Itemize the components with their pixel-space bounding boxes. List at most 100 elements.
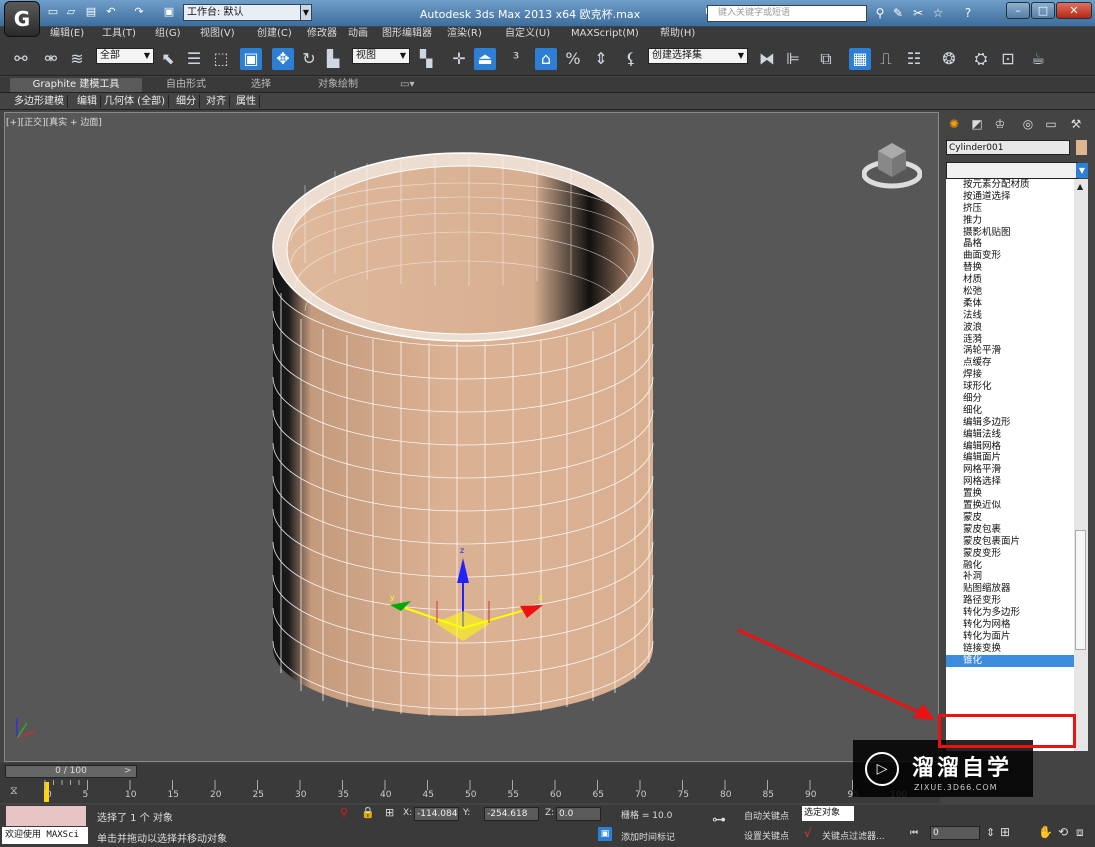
modifier-list-item[interactable]: 摄影机贴图 [946, 227, 1074, 239]
zoom-extents-icon[interactable]: ⊞ [1000, 825, 1010, 839]
modify-tab-icon[interactable]: ◩ [969, 116, 985, 132]
modifier-list-item[interactable]: 焊接 [946, 369, 1074, 381]
layer-manager-icon[interactable]: ⧉ [815, 48, 837, 70]
render-setup-icon[interactable]: ⛭ [970, 48, 992, 70]
material-editor-icon[interactable]: ❂ [938, 48, 960, 70]
modifier-list-item[interactable]: 网格平滑 [946, 464, 1074, 476]
time-slider[interactable]: 0 / 100 [5, 765, 137, 778]
named-selection-dropdown[interactable]: 创建选择集 ▼ [648, 48, 748, 64]
modifier-list-item[interactable]: 细化 [946, 405, 1074, 417]
modifier-list-item[interactable]: 松弛 [946, 286, 1074, 298]
object-color-swatch[interactable] [1076, 140, 1087, 155]
tab-freeform[interactable]: 自由形式 [160, 78, 212, 92]
ribbon-options-icon[interactable]: ▭▾ [394, 78, 420, 92]
save-file-icon[interactable]: ▤ [84, 5, 98, 19]
menu-maxscript[interactable]: MAXScript(M) [571, 27, 639, 41]
manipulate-icon[interactable]: ✛ [448, 48, 470, 70]
favorites-star-icon[interactable]: ☆ [930, 6, 946, 20]
modifier-list-item[interactable]: 蒙皮 [946, 512, 1074, 524]
select-and-scale-icon[interactable]: ▙ [322, 48, 344, 70]
object-name-field[interactable]: Cylinder001 [946, 140, 1070, 155]
modifier-list-item[interactable]: 置换 [946, 488, 1074, 500]
modifier-list-item[interactable]: 转化为面片 [946, 631, 1074, 643]
viewport-label[interactable]: [+][正交][真实 + 边面] [6, 115, 102, 128]
select-by-name-icon[interactable]: ☰ [183, 48, 205, 70]
menu-create[interactable]: 创建(C) [257, 27, 292, 41]
modifier-list-item[interactable]: 替换 [946, 262, 1074, 274]
modifier-list-item[interactable]: 球形化 [946, 381, 1074, 393]
modifier-list-item[interactable]: 蒙皮包裹面片 [946, 536, 1074, 548]
curve-editor-icon[interactable]: ⎍ [875, 48, 897, 70]
modifier-list-scrollbar[interactable] [1074, 179, 1088, 751]
tab-selection[interactable]: 选择 [245, 78, 277, 92]
z-coordinate-field[interactable]: 0.0 [556, 807, 601, 821]
menu-modifiers[interactable]: 修改器 [307, 27, 337, 41]
add-time-tag-button[interactable]: 添加时间标记 [621, 830, 675, 843]
bind-space-warp-icon[interactable]: ≋ [66, 48, 88, 70]
panel-edit[interactable]: 编辑 [77, 95, 101, 108]
modifier-list[interactable]: 按元素分配材质 按通道选择 挤压 推力 摄影机贴图 晶格 曲面变形 替换 材质 松弛 柔体 法线 波浪涟… [946, 179, 1074, 751]
open-file-icon[interactable]: ▱ [64, 5, 78, 19]
search-input[interactable]: 键入关键字或短语 [707, 5, 867, 22]
selection-filter-dropdown[interactable]: 全部 ▼ [96, 48, 154, 64]
modifier-list-dropdown[interactable] [946, 162, 1078, 179]
link-icon[interactable]: ⚯ [10, 48, 32, 70]
key-filter-icon[interactable]: √ [804, 826, 812, 840]
modifier-list-item[interactable]: 补洞 [946, 571, 1074, 583]
select-and-move-icon[interactable]: ✥ [272, 48, 294, 70]
viewcube-icon[interactable] [862, 137, 922, 192]
scroll-up-icon[interactable]: ▲ [1077, 182, 1083, 191]
pivot-center-icon[interactable]: ▚ [415, 48, 437, 70]
modifier-list-item[interactable]: 晶格 [946, 238, 1074, 250]
align-icon[interactable]: ⊫ [782, 48, 804, 70]
modifier-list-item[interactable]: 转化为网格 [946, 619, 1074, 631]
x-coordinate-field[interactable]: -114.084 [414, 807, 459, 821]
selected-object-dropdown[interactable]: 选定对象 [802, 806, 854, 821]
reference-coordinate-dropdown[interactable]: 视图 ▼ [352, 48, 410, 64]
modifier-list-item[interactable]: 曲面变形 [946, 250, 1074, 262]
redo-icon[interactable]: ↷ [132, 5, 146, 19]
modifier-list-item[interactable]: 蒙皮包裹 [946, 524, 1074, 536]
modifier-list-item[interactable]: 按元素分配材质 [946, 179, 1074, 191]
modifier-list-item[interactable]: 置换近似 [946, 500, 1074, 512]
modifier-list-item[interactable]: 按通道选择 [946, 191, 1074, 203]
spinner-icon[interactable]: ⇕ [986, 826, 995, 839]
edit-named-selection-icon[interactable]: ⚸ [620, 48, 642, 70]
key-filters-button[interactable]: 关键点过滤器... [822, 829, 885, 842]
maxscript-listener-mini[interactable] [6, 806, 86, 826]
communication-center-icon[interactable]: ✎ [890, 6, 906, 20]
selection-lock-icon[interactable]: 🔒 [361, 806, 375, 819]
motion-tab-icon[interactable]: ◎ [1020, 116, 1036, 132]
render-teapot-icon[interactable]: ☕ [1027, 48, 1049, 70]
app-logo-button[interactable]: G [4, 1, 40, 37]
panel-align[interactable]: 对齐 [206, 95, 230, 108]
go-to-start-icon[interactable]: ⏮ [910, 828, 918, 838]
graphite-toggle-icon[interactable]: ▦ [849, 48, 871, 70]
menu-animation[interactable]: 动画 [348, 27, 368, 41]
current-frame-field[interactable]: 0 [930, 826, 980, 840]
scrollbar-thumb[interactable] [1075, 530, 1086, 650]
timeline-next-icon[interactable]: > [124, 766, 132, 776]
panel-geometry-all[interactable]: 几何体 (全部) [104, 95, 169, 108]
modifier-list-item[interactable]: 柔体 [946, 298, 1074, 310]
minimize-button[interactable]: – [1006, 2, 1030, 19]
modifier-list-item[interactable]: 链接变换 [946, 643, 1074, 655]
angle-snap-icon[interactable]: ⌂ [535, 48, 557, 70]
binoculars-icon[interactable]: ⚲ [872, 6, 888, 20]
auto-key-button[interactable]: 自动关键点 [744, 809, 789, 822]
undo-icon[interactable]: ↶ [104, 5, 118, 19]
modifier-list-item[interactable]: 转化为多边形 [946, 607, 1074, 619]
modifier-list-item[interactable]: 融化 [946, 560, 1074, 572]
modifier-list-item[interactable]: 细分 [946, 393, 1074, 405]
menu-tools[interactable]: 工具(T) [102, 27, 136, 41]
percent-snap-icon[interactable]: % [562, 48, 584, 70]
panel-polygon-modeling[interactable]: 多边形建模 [14, 95, 68, 108]
modifier-list-item[interactable]: 涟漪 [946, 334, 1074, 346]
modifier-list-item[interactable]: 推力 [946, 215, 1074, 227]
maxscript-input[interactable]: 欢迎使用 MAXSci [2, 827, 88, 844]
maximize-button[interactable]: □ [1031, 2, 1055, 19]
mini-curve-editor-icon[interactable]: ⧖ [10, 784, 30, 798]
workspace-menu-button[interactable]: ▼ [300, 4, 312, 21]
set-key-button[interactable]: 设置关键点 [744, 829, 789, 842]
rectangular-selection-icon[interactable]: ⬚ [210, 48, 232, 70]
